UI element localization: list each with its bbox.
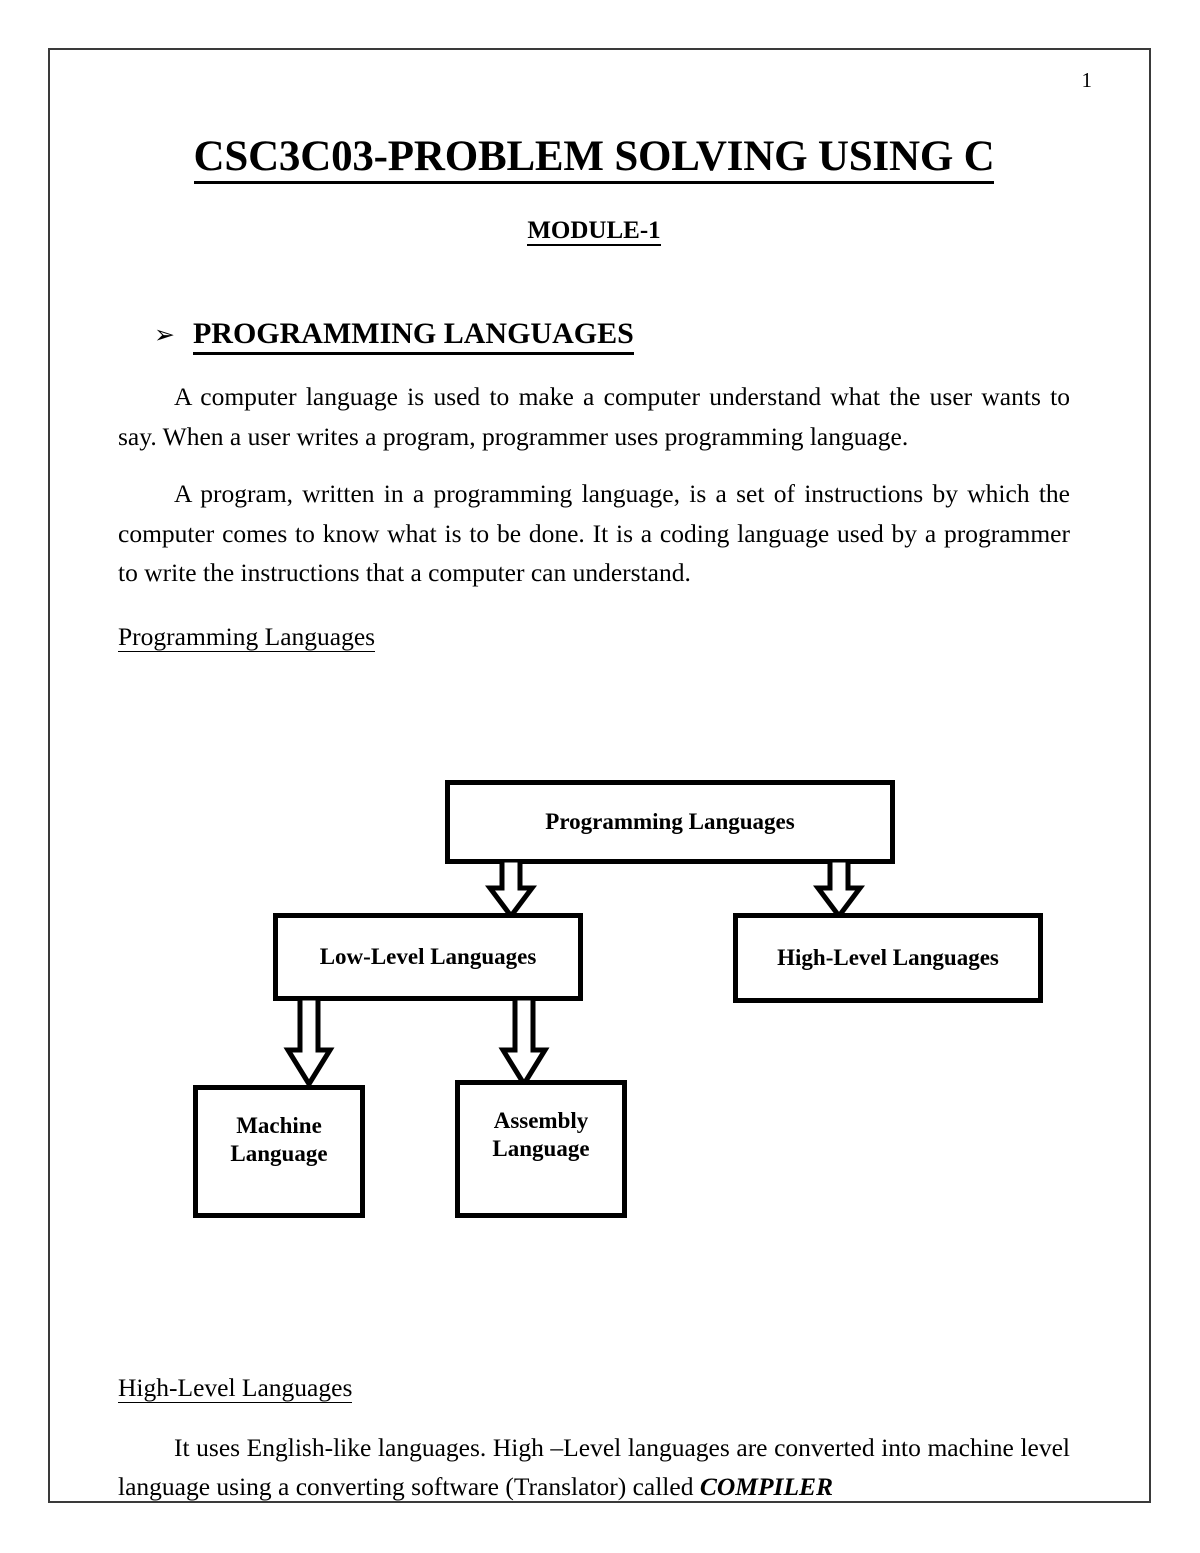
arrow-root-to-high-level [813, 860, 865, 920]
paragraph-program: A program, written in a programming lang… [118, 479, 1070, 588]
diagram-box-high-level-label: High-Level Languages [777, 944, 999, 970]
tail-sub-heading: High-Level Languages [118, 1370, 1070, 1406]
figure-caption: Programming Languages [118, 619, 1070, 655]
diagram-box-low-level[interactable]: Low-Level Languages [273, 913, 583, 1001]
section-heading-label: PROGRAMMING LANGUAGES [192, 317, 634, 356]
diagram-box-high-level[interactable]: High-Level Languages [733, 913, 1043, 1003]
page-title-text: CSC3C03-PROBLEM SOLVING USING C [193, 133, 995, 184]
paragraph-high-level: It uses English-like languages. High –Le… [118, 1428, 1070, 1507]
bullet-arrow-icon: ➢ [154, 322, 175, 350]
document-content: CSC3C03-PROBLEM SOLVING USING C MODULE-1… [118, 118, 1070, 654]
paragraph-high-level-lead: It uses English-like languages. High –Le… [118, 1432, 1070, 1502]
module-subtitle-text: MODULE-1 [527, 217, 661, 247]
arrow-root-to-low-level [485, 860, 537, 920]
arrow-low-level-to-assembly [498, 998, 550, 1088]
page-number: 1 [1081, 68, 1093, 92]
tail-sub-heading-text: High-Level Languages [118, 1373, 353, 1403]
diagram-box-machine-language[interactable]: Machine Language [193, 1085, 365, 1218]
section-heading-programming-languages: ➢ PROGRAMMING LANGUAGES [118, 317, 1070, 356]
diagram-box-assembly-language[interactable]: Assembly Language [455, 1080, 627, 1218]
diagram-box-low-level-label: Low-Level Languages [319, 943, 537, 969]
diagram-box-assembly-language-label: Assembly Language [492, 1108, 590, 1162]
diagram-box-machine-language-label: Machine Language [230, 1113, 328, 1167]
page-title: CSC3C03-PROBLEM SOLVING USING C [118, 133, 1070, 184]
paragraph-definition: A computer language is used to make a co… [118, 382, 1070, 451]
figure-caption-text: Programming Languages [118, 621, 376, 652]
arrow-low-level-to-machine [283, 998, 335, 1088]
diagram-box-root[interactable]: Programming Languages [445, 780, 895, 864]
high-level-languages-section: High-Level Languages It uses English-lik… [118, 1370, 1070, 1507]
diagram-box-root-label: Programming Languages [545, 808, 795, 834]
module-subtitle: MODULE-1 [118, 217, 1070, 247]
paragraph-high-level-emphasis: COMPILER [699, 1472, 834, 1502]
